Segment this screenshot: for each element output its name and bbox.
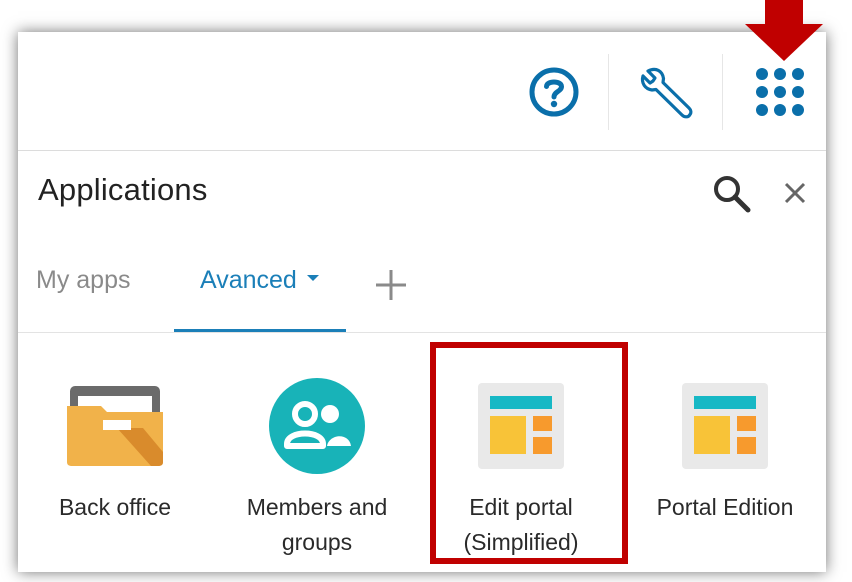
portal-layout-icon [478, 383, 564, 469]
help-icon [529, 67, 579, 117]
plus-icon[interactable] [374, 268, 408, 302]
app-label-line: Back office [58, 494, 172, 520]
app-label: Members and groups [222, 490, 412, 560]
close-icon[interactable] [780, 178, 810, 208]
app-tile-members-and-groups[interactable]: Members and groups [222, 332, 412, 572]
applications-panel: Applications My apps Avanced Back office… [18, 32, 826, 572]
app-launcher-button[interactable] [740, 52, 820, 132]
app-tile-portal-edition[interactable]: Portal Edition [630, 332, 820, 572]
app-tabs: My apps Avanced [18, 234, 826, 333]
settings-button[interactable] [626, 52, 706, 132]
app-label: Portal Edition [630, 490, 820, 525]
app-grid: Back office Members and groups Edit port… [18, 332, 826, 572]
page-title: Applications [38, 172, 208, 207]
app-label-line: Edit portal [469, 494, 573, 520]
app-label-line: groups [281, 529, 353, 555]
portal-layout-icon [682, 383, 768, 469]
screenshot-stage: Applications My apps Avanced Back office… [0, 0, 852, 582]
top-toolbar [18, 32, 826, 151]
app-label: Back office [20, 490, 210, 525]
applications-header: Applications [18, 150, 826, 234]
tab-avanced[interactable]: Avanced [200, 266, 319, 295]
app-label-line: Members and [246, 494, 388, 520]
wrench-icon [640, 67, 693, 119]
app-tile-back-office[interactable]: Back office [20, 332, 210, 572]
app-label-line: (Simplified) [463, 529, 579, 555]
help-button[interactable] [514, 52, 594, 132]
tab-label: Avanced [200, 266, 297, 294]
app-label: Edit portal (Simplified) [426, 490, 616, 560]
search-icon[interactable] [712, 174, 752, 214]
chevron-down-icon [306, 275, 319, 282]
tab-label: My apps [36, 266, 131, 294]
app-label-line: Portal Edition [656, 494, 794, 520]
grid-dots-icon [756, 68, 804, 116]
toolbar-separator [608, 54, 609, 130]
app-tile-edit-portal-simplified[interactable]: Edit portal (Simplified) [426, 332, 616, 572]
members-icon [269, 378, 365, 474]
tab-my-apps[interactable]: My apps [36, 266, 130, 295]
folder-icon [67, 386, 163, 466]
toolbar-separator [722, 54, 723, 130]
